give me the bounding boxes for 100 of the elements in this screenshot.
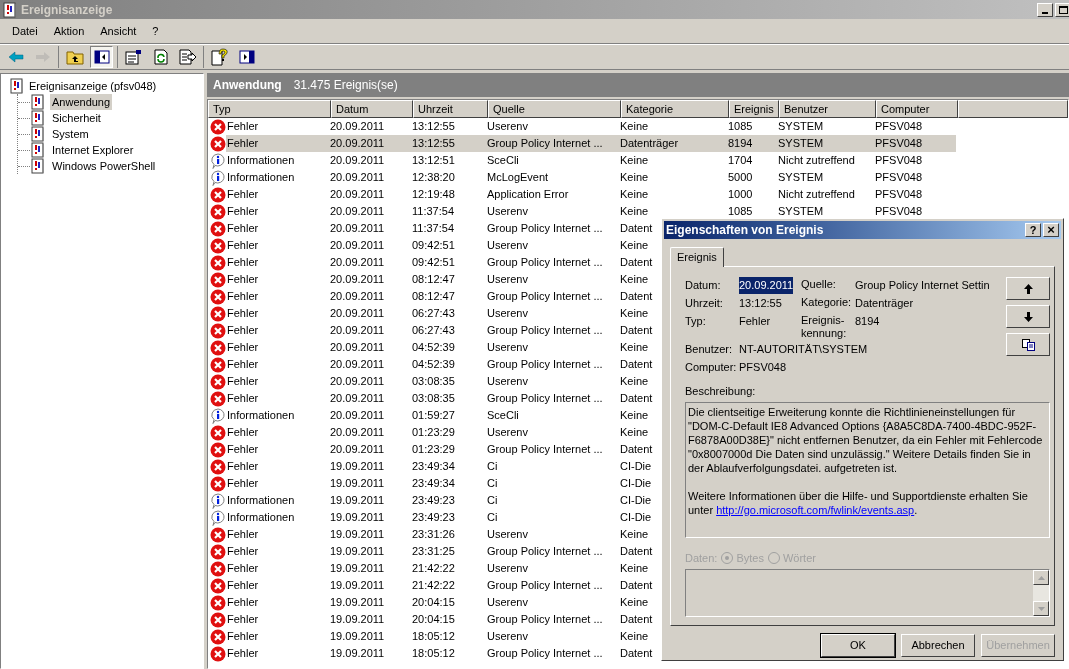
table-row[interactable]: Informationen 20.09.2011 13:12:51 SceCli Keine 1704 Nicht zutreffend PFSV048 (226, 152, 956, 169)
table-cell-text: Group Policy Internet ... (486, 323, 604, 339)
table-cell-text: Fehler (226, 629, 260, 645)
table-cell-text: SceCli (486, 153, 520, 169)
table-row[interactable]: Fehler 19.09.2011 21:42:22 Userenv Keine (226, 560, 653, 577)
column-header[interactable]: Datum (331, 100, 413, 118)
table-row[interactable]: Fehler 20.09.2011 06:27:43 Userenv Keine (226, 305, 653, 322)
table-cell-text: PFSV048 (874, 170, 924, 186)
table-row[interactable]: Fehler 19.09.2011 20:04:15 Userenv Keine (226, 594, 653, 611)
tree-item[interactable]: Windows PowerShell (50, 157, 158, 175)
table-cell-text: 20.09.2011 (329, 187, 386, 203)
table-row[interactable]: Fehler 20.09.2011 03:08:35 Userenv Keine (226, 373, 653, 390)
table-row[interactable]: Fehler 19.09.2011 23:31:25 Group Policy Internet ... Datent (226, 543, 657, 560)
error-icon (210, 543, 226, 560)
minimize-button[interactable] (1037, 2, 1053, 17)
column-header[interactable]: Computer (876, 100, 958, 118)
toolbar-button[interactable] (90, 46, 113, 68)
table-row[interactable]: Fehler 19.09.2011 23:49:34 Ci CI-Die (226, 458, 656, 475)
copy-button[interactable] (1006, 333, 1050, 356)
table-cell-text: Group Policy Internet ... (486, 255, 604, 271)
table-row[interactable]: Fehler 20.09.2011 13:12:55 Group Policy Internet ... Datenträger 8194 SYSTEM PFSV048 (226, 135, 956, 152)
table-row[interactable]: Fehler 19.09.2011 18:05:12 Group Policy Internet ... Datent (226, 645, 657, 662)
error-icon (210, 135, 226, 152)
table-cell-text: 18:05:12 (411, 629, 456, 645)
table-cell-text: Keine (619, 595, 650, 611)
toolbar-button[interactable] (176, 46, 199, 68)
column-header[interactable]: Kategorie (621, 100, 729, 118)
dialog-button[interactable]: Abbrechen (901, 634, 975, 657)
table-row[interactable]: Fehler 20.09.2011 04:52:39 Group Policy Internet ... Datent (226, 356, 657, 373)
previous-event-button[interactable] (1006, 277, 1050, 300)
table-cell-text: 13:12:55 (411, 136, 456, 152)
next-event-button[interactable] (1006, 305, 1050, 328)
info-icon (210, 169, 226, 186)
table-cell-text: SYSTEM (777, 170, 825, 186)
table-row[interactable]: Fehler 19.09.2011 20:04:15 Group Policy Internet ... Datent (226, 611, 657, 628)
tree-item[interactable]: Anwendung (50, 93, 113, 111)
table-cell-text: Keine (619, 425, 650, 441)
table-row[interactable]: Informationen 19.09.2011 23:49:23 Ci CI-Die (226, 509, 656, 526)
app-icon (2, 1, 18, 18)
table-row[interactable]: Informationen 20.09.2011 12:38:20 McLogEvent Keine 5000 SYSTEM PFSV048 (226, 169, 956, 186)
tree-item[interactable]: Sicherheit (50, 109, 103, 127)
menu-item[interactable]: Aktion (45, 21, 93, 41)
toolbar-button[interactable] (208, 46, 231, 68)
menu-item[interactable]: ? (144, 21, 167, 41)
tree-root-label[interactable]: Ereignisanzeige (pfsv048) (29, 77, 157, 95)
table-row[interactable]: Fehler 20.09.2011 11:37:54 Group Policy Internet ... Datent (226, 220, 657, 237)
minimize-icon (1042, 11, 1048, 14)
table-row[interactable]: Fehler 20.09.2011 09:42:51 Userenv Keine (226, 237, 653, 254)
table-row[interactable]: Fehler 20.09.2011 13:12:55 Userenv Keine 1085 SYSTEM PFSV048 (226, 118, 956, 135)
table-cell-text: 20.09.2011 (329, 136, 386, 152)
table-cell-text: Fehler (226, 255, 260, 271)
column-header[interactable]: Typ (208, 100, 331, 118)
table-cell-text: 18:05:12 (411, 646, 456, 662)
tree-item[interactable]: Internet Explorer (50, 141, 136, 159)
scroll-down-icon (1037, 606, 1045, 611)
maximize-button[interactable] (1055, 2, 1069, 17)
table-row[interactable]: Fehler 19.09.2011 18:05:12 Userenv Keine (226, 628, 653, 645)
table-cell-text: 13:12:55 (411, 119, 456, 135)
table-cell-text: 20.09.2011 (329, 255, 386, 271)
table-cell-text: CI-Die (619, 493, 653, 509)
table-row[interactable]: Fehler 20.09.2011 12:19:48 Application Error Keine 1000 Nicht zutreffend PFSV048 (226, 186, 956, 203)
table-row[interactable]: Fehler 20.09.2011 09:42:51 Group Policy Internet ... Datent (226, 254, 657, 271)
menu-item[interactable]: Datei (4, 21, 46, 41)
down-arrow-icon (1023, 311, 1033, 322)
dialog-tab[interactable]: Ereignis (670, 247, 724, 267)
table-cell-text: 19.09.2011 (329, 493, 386, 509)
table-cell-text: 19.09.2011 (329, 527, 386, 543)
table-row[interactable]: Informationen 20.09.2011 01:59:27 SceCli Keine (226, 407, 653, 424)
error-icon (210, 390, 226, 407)
column-header[interactable]: Benutzer (779, 100, 876, 118)
column-header[interactable]: Quelle (488, 100, 621, 118)
table-row[interactable]: Fehler 20.09.2011 08:12:47 Userenv Keine (226, 271, 653, 288)
table-row[interactable]: Fehler 19.09.2011 21:42:22 Group Policy Internet ... Datent (226, 577, 657, 594)
close-button[interactable]: × (1043, 223, 1059, 237)
table-cell-text: 1085 (727, 119, 754, 135)
menu-item[interactable]: Ansicht (92, 21, 145, 41)
dialog-button[interactable]: OK (821, 634, 895, 657)
table-cell-text: 19.09.2011 (329, 510, 386, 526)
table-row[interactable]: Fehler 20.09.2011 01:23:29 Group Policy Internet ... Datent (226, 441, 657, 458)
table-cell-text: Fehler (226, 646, 260, 662)
table-row[interactable]: Fehler 20.09.2011 06:27:43 Group Policy Internet ... Datent (226, 322, 657, 339)
table-row[interactable]: Fehler 20.09.2011 04:52:39 Userenv Keine (226, 339, 653, 356)
table-cell-text: CI-Die (619, 476, 653, 492)
table-row[interactable]: Fehler 19.09.2011 23:49:34 Ci CI-Die (226, 475, 656, 492)
column-header[interactable]: Ereignis (729, 100, 779, 118)
table-cell-text: 11:37:54 (411, 221, 455, 237)
table-row[interactable]: Fehler 20.09.2011 01:23:29 Userenv Keine (226, 424, 653, 441)
help-icon (210, 48, 229, 66)
table-cell-text: SYSTEM (777, 204, 825, 220)
table-row[interactable]: Fehler 19.09.2011 23:31:26 Userenv Keine (226, 526, 653, 543)
field-label: Typ: (685, 314, 707, 329)
table-row[interactable]: Fehler 20.09.2011 03:08:35 Group Policy Internet ... Datent (226, 390, 657, 407)
table-row[interactable]: Fehler 20.09.2011 08:12:47 Group Policy Internet ... Datent (226, 288, 657, 305)
table-cell-text: Keine (619, 204, 650, 220)
help-button[interactable]: ? (1025, 223, 1041, 237)
tree-item[interactable]: System (50, 125, 91, 143)
table-row[interactable]: Fehler 20.09.2011 11:37:54 Userenv Keine 1085 SYSTEM PFSV048 (226, 203, 956, 220)
table-row[interactable]: Informationen 19.09.2011 23:49:23 Ci CI-Die (226, 492, 656, 509)
column-header[interactable]: Uhrzeit (413, 100, 488, 118)
table-cell-text: Keine (619, 408, 650, 424)
